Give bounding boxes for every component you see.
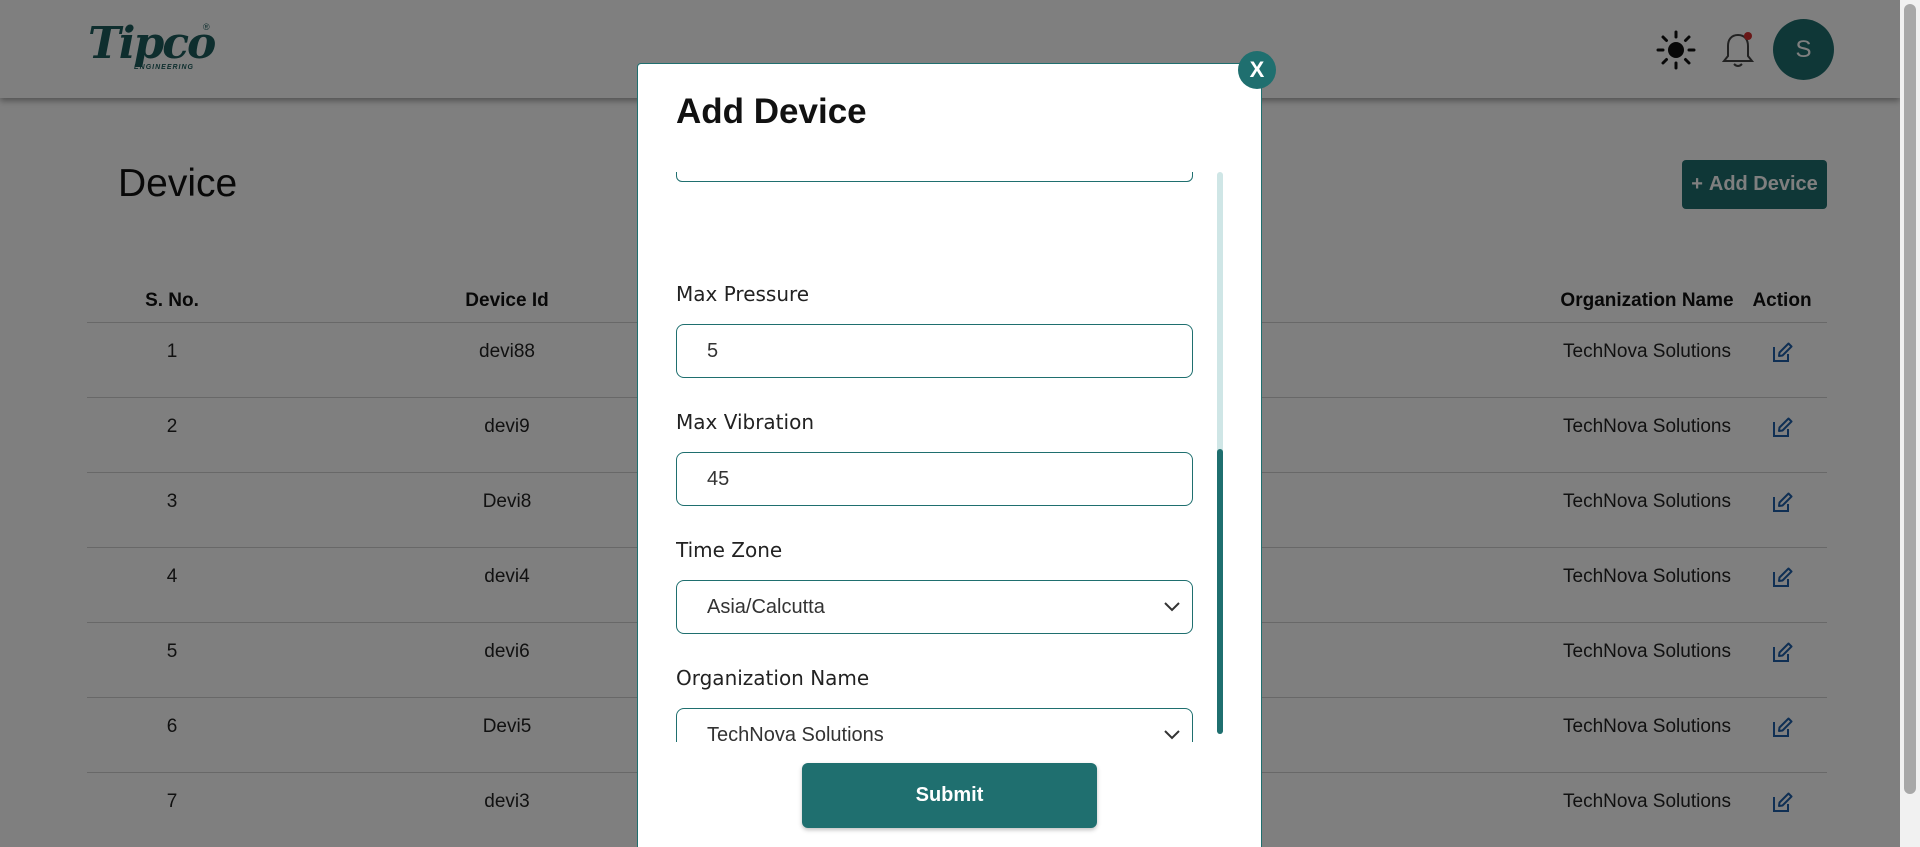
max-vibration-field: Max Vibration 45: [676, 410, 1193, 506]
window-scrollbar-thumb[interactable]: [1904, 4, 1916, 794]
submit-button[interactable]: Submit: [802, 763, 1097, 828]
max-vibration-input[interactable]: 45: [676, 452, 1193, 506]
organization-value: TechNova Solutions: [707, 723, 884, 743]
chevron-down-icon: [1164, 602, 1180, 612]
max-pressure-value: 5: [707, 339, 719, 362]
chevron-down-icon: [1164, 730, 1180, 740]
organization-field: Organization Name TechNova Solutions: [676, 666, 1193, 742]
modal-scrollbar[interactable]: [1217, 172, 1223, 734]
max-vibration-value: 45: [707, 467, 730, 490]
max-pressure-input[interactable]: 5: [676, 324, 1193, 378]
previous-field-input[interactable]: [676, 172, 1193, 182]
time-zone-label: Time Zone: [676, 538, 783, 562]
organization-label: Organization Name: [676, 666, 870, 690]
organization-select[interactable]: TechNova Solutions: [676, 708, 1193, 742]
time-zone-field: Time Zone Asia/Calcutta: [676, 538, 1193, 634]
max-pressure-field: Max Pressure 5: [676, 282, 1193, 378]
time-zone-value: Asia/Calcutta: [707, 595, 825, 618]
modal-title: Add Device: [676, 92, 867, 131]
max-vibration-label: Max Vibration: [676, 410, 814, 434]
window-scrollbar[interactable]: [1900, 0, 1920, 847]
close-modal-button[interactable]: X: [1238, 51, 1276, 89]
time-zone-select[interactable]: Asia/Calcutta: [676, 580, 1193, 634]
modal-scrollbar-thumb[interactable]: [1217, 449, 1223, 734]
add-device-modal: Add Device Max Pressure 5 Max Vibration …: [637, 63, 1262, 847]
max-pressure-label: Max Pressure: [676, 282, 810, 306]
modal-form: Max Pressure 5 Max Vibration 45 Time Zon…: [676, 172, 1196, 742]
